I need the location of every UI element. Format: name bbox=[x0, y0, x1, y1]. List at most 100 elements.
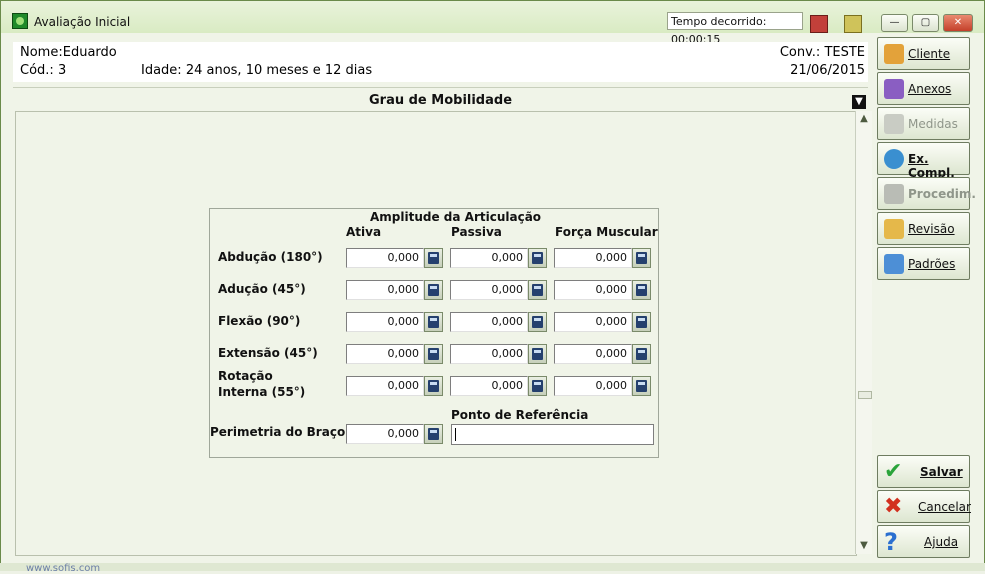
abducao-ativa-input[interactable]: 0,000 bbox=[346, 248, 424, 268]
close-button[interactable]: ✕ bbox=[943, 14, 973, 32]
row-label-rotacao-line1: Rotação bbox=[218, 369, 273, 383]
age-label: Idade: bbox=[141, 63, 182, 78]
paperclip-icon bbox=[884, 79, 904, 99]
calculator-icon[interactable] bbox=[424, 344, 443, 364]
patient-age-row: Idade: 24 anos, 10 meses e 12 dias bbox=[141, 63, 372, 78]
name-label: Nome: bbox=[20, 45, 63, 60]
ex-compl-button[interactable]: Ex. Compl. bbox=[877, 142, 970, 180]
revisao-button[interactable]: Revisão bbox=[877, 212, 970, 245]
flexao-forca-input[interactable]: 0,000 bbox=[554, 312, 632, 332]
extensao-forca-input[interactable]: 0,000 bbox=[554, 344, 632, 364]
patient-name: Eduardo bbox=[62, 45, 117, 60]
amplitude-header: Amplitude da Articulação bbox=[370, 210, 542, 224]
extensao-ativa-input[interactable]: 0,000 bbox=[346, 344, 424, 364]
calculator-icon[interactable] bbox=[632, 248, 651, 268]
reference-point-label: Ponto de Referência bbox=[451, 408, 589, 422]
scroll-down-button[interactable]: ▼ bbox=[856, 538, 872, 554]
calculator-icon[interactable] bbox=[632, 376, 651, 396]
patient-age: 24 anos, 10 meses e 12 dias bbox=[185, 63, 373, 78]
row-label-flexao: Flexão (90°) bbox=[218, 314, 301, 328]
app-logo-icon bbox=[12, 13, 28, 29]
calculator-icon[interactable] bbox=[424, 248, 443, 268]
stop-timer-button[interactable] bbox=[810, 15, 828, 33]
abducao-forca-input[interactable]: 0,000 bbox=[554, 248, 632, 268]
column-passiva: Passiva bbox=[451, 225, 502, 239]
calculator-icon[interactable] bbox=[632, 312, 651, 332]
book-icon bbox=[884, 254, 904, 274]
aducao-passiva-input[interactable]: 0,000 bbox=[450, 280, 528, 300]
elapsed-time-display: Tempo decorrido: 00:00:15 bbox=[667, 12, 803, 46]
mobility-table: Amplitude da Articulação Ativa Passiva F… bbox=[209, 208, 659, 458]
minimize-button[interactable]: — bbox=[881, 14, 908, 32]
row-label-rotacao-line2: Interna (55°) bbox=[218, 385, 306, 399]
patient-code: 3 bbox=[57, 63, 67, 78]
question-icon: ? bbox=[884, 528, 898, 556]
row-label-extensao: Extensão (45°) bbox=[218, 346, 318, 360]
section-title: Grau de Mobilidade bbox=[368, 93, 513, 108]
calculator-icon[interactable] bbox=[632, 280, 651, 300]
row-label-abducao: Abdução (180°) bbox=[218, 250, 323, 264]
ajuda-button[interactable]: ? Ajuda bbox=[877, 525, 970, 558]
vertical-scrollbar[interactable]: ▲ ▼ bbox=[855, 111, 872, 554]
collapse-section-button[interactable]: ▼ bbox=[852, 95, 866, 109]
padroes-button[interactable]: Padrões bbox=[877, 247, 970, 280]
aducao-ativa-input[interactable]: 0,000 bbox=[346, 280, 424, 300]
cliente-button[interactable]: Cliente bbox=[877, 37, 970, 70]
perimetria-input[interactable]: 0,000 bbox=[346, 424, 424, 444]
checkmark-icon: ✔ bbox=[884, 459, 903, 484]
rotacao-ativa-input[interactable]: 0,000 bbox=[346, 376, 424, 396]
calculator-icon[interactable] bbox=[424, 424, 443, 444]
rotacao-forca-input[interactable]: 0,000 bbox=[554, 376, 632, 396]
column-ativa: Ativa bbox=[346, 225, 382, 239]
evaluation-date: 21/06/2015 bbox=[790, 63, 865, 78]
ruler-icon bbox=[884, 114, 904, 134]
cod-label: Cód.: bbox=[20, 63, 54, 78]
abducao-passiva-input[interactable]: 0,000 bbox=[450, 248, 528, 268]
patient-name-row: Nome:Eduardo bbox=[20, 45, 117, 60]
calculator-icon[interactable] bbox=[528, 376, 547, 396]
printer-icon bbox=[884, 184, 904, 204]
patient-code-row: Cód.: 3 bbox=[20, 63, 66, 78]
reference-point-input[interactable] bbox=[451, 424, 654, 445]
aducao-forca-input[interactable]: 0,000 bbox=[554, 280, 632, 300]
window: Avaliação Inicial Tempo decorrido: 00:00… bbox=[0, 0, 985, 571]
row-label-aducao: Adução (45°) bbox=[218, 282, 306, 296]
flexao-passiva-input[interactable]: 0,000 bbox=[450, 312, 528, 332]
extensao-passiva-input[interactable]: 0,000 bbox=[450, 344, 528, 364]
salvar-button[interactable]: ✔ Salvar bbox=[877, 455, 970, 488]
desktop-strip bbox=[0, 563, 985, 571]
calculator-icon[interactable] bbox=[528, 312, 547, 332]
flexao-ativa-input[interactable]: 0,000 bbox=[346, 312, 424, 332]
medidas-button[interactable]: Medidas bbox=[877, 107, 970, 140]
maximize-button[interactable]: ▢ bbox=[912, 14, 939, 32]
calculator-icon[interactable] bbox=[424, 280, 443, 300]
insurance-name: TESTE bbox=[824, 45, 865, 60]
title-bar: Avaliação Inicial Tempo decorrido: 00:00… bbox=[1, 1, 984, 46]
cancelar-button[interactable]: ✖ Cancelar bbox=[877, 490, 971, 523]
header-divider bbox=[13, 87, 868, 88]
footer-url: www.sofis.com bbox=[26, 563, 101, 574]
insurance-row: Conv.: TESTE bbox=[780, 45, 865, 60]
calculator-icon[interactable] bbox=[632, 344, 651, 364]
scrollbar-thumb[interactable] bbox=[858, 391, 872, 399]
perimetria-label: Perimetria do Braço bbox=[210, 425, 346, 439]
scroll-up-button[interactable]: ▲ bbox=[856, 111, 872, 127]
anexos-button[interactable]: Anexos bbox=[877, 72, 970, 105]
calculator-icon[interactable] bbox=[528, 248, 547, 268]
rotacao-passiva-input[interactable]: 0,000 bbox=[450, 376, 528, 396]
elapsed-time-label: Tempo decorrido: bbox=[671, 15, 767, 28]
pause-timer-button[interactable] bbox=[844, 15, 862, 33]
calculator-icon[interactable] bbox=[424, 376, 443, 396]
people-icon bbox=[884, 44, 904, 64]
column-forca-muscular: Força Muscular bbox=[555, 225, 658, 239]
patient-header: Nome:Eduardo Cód.: 3 Idade: 24 anos, 10 … bbox=[13, 42, 868, 82]
calculator-icon[interactable] bbox=[528, 280, 547, 300]
flask-icon bbox=[884, 149, 904, 169]
window-title: Avaliação Inicial bbox=[34, 15, 131, 29]
conv-label: Conv.: bbox=[779, 45, 821, 60]
cross-icon: ✖ bbox=[884, 494, 903, 519]
magnifier-icon bbox=[884, 219, 904, 239]
procedim-button[interactable]: Procedim. bbox=[877, 177, 976, 210]
calculator-icon[interactable] bbox=[424, 312, 443, 332]
calculator-icon[interactable] bbox=[528, 344, 547, 364]
